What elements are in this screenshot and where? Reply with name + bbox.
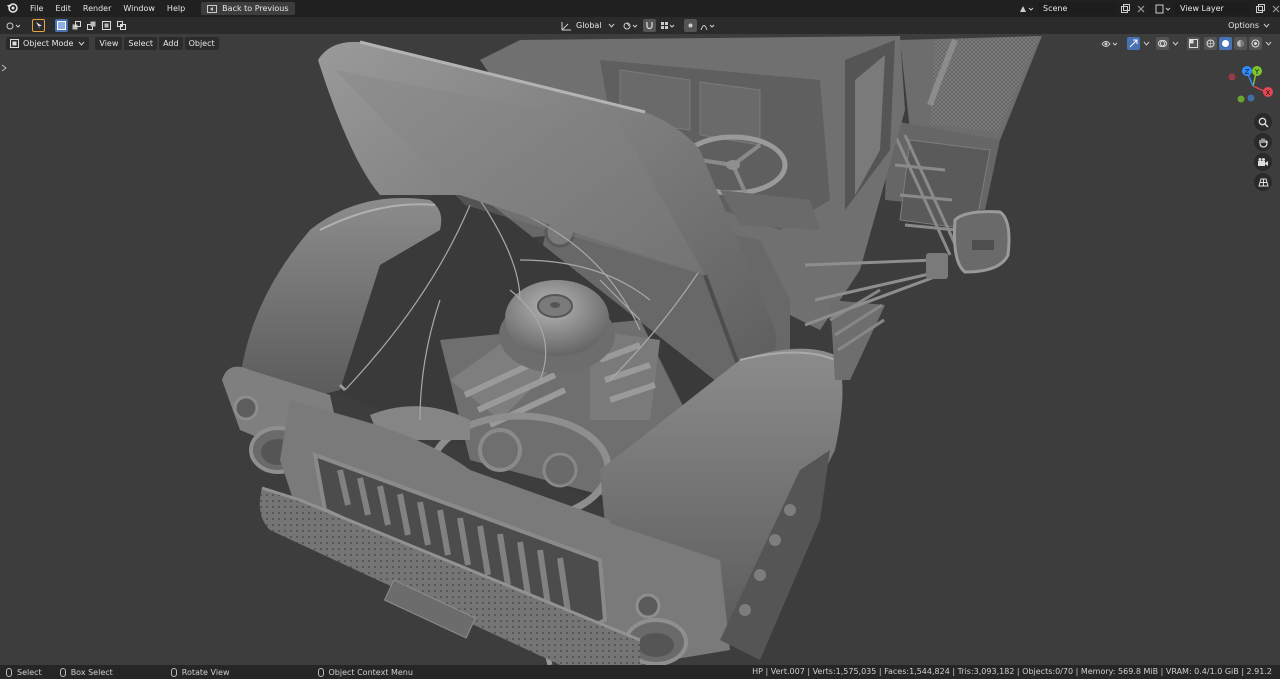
proportional-editing-icon[interactable]	[683, 19, 697, 32]
snap-toggle-icon[interactable]	[642, 19, 656, 32]
overlays-dropdown-icon[interactable]	[1171, 37, 1179, 50]
grid-icon	[1257, 178, 1269, 186]
new-scene-icon[interactable]	[1119, 2, 1132, 15]
shading-dropdown-icon[interactable]	[1264, 37, 1272, 50]
mouse-left-icon	[6, 667, 12, 677]
options-label: Options	[1228, 21, 1259, 30]
status-select-label: Select	[17, 667, 42, 677]
status-rotate-label: Rotate View	[181, 667, 230, 677]
zoom-icon	[1258, 117, 1269, 128]
menu-help[interactable]: Help	[161, 0, 191, 17]
pivot-point-icon[interactable]	[621, 19, 641, 32]
gizmo-toggle-icon[interactable]	[1127, 37, 1140, 50]
truck-model-render	[222, 36, 1042, 665]
delete-scene-icon[interactable]	[1134, 2, 1147, 15]
viewport-header: Object Mode View Select Add Object	[6, 37, 221, 50]
view-layer-name-field[interactable]: View Layer	[1175, 2, 1251, 15]
orientation-icon	[561, 21, 571, 30]
navigation-gizmo[interactable]: X Y Z	[1226, 64, 1274, 108]
gizmo-dropdown-icon[interactable]	[1142, 37, 1150, 50]
3d-viewport[interactable]	[0, 34, 1280, 665]
shading-material-icon[interactable]	[1234, 37, 1247, 50]
select-invert-mode-icon[interactable]	[100, 19, 113, 32]
gizmo-neg-x-dot[interactable]	[1228, 73, 1236, 81]
back-icon	[207, 4, 218, 13]
menu-render[interactable]: Render	[77, 0, 117, 17]
perspective-toggle-button[interactable]	[1254, 173, 1272, 191]
mouse-right-icon	[317, 667, 324, 677]
transform-orientation-label: Global	[576, 21, 602, 30]
toolbar-expand-icon[interactable]	[1, 64, 7, 72]
status-bar: Select Box Select Rotate View Object Con…	[0, 665, 1280, 679]
viewport-display-controls	[1099, 37, 1274, 50]
status-rotate-hint: Rotate View	[170, 667, 230, 677]
select-subtract-mode-icon[interactable]	[85, 19, 98, 32]
snap-element-icon[interactable]	[658, 19, 678, 32]
delete-view-layer-icon[interactable]	[1269, 2, 1280, 15]
falloff-icon[interactable]	[699, 19, 717, 32]
mouse-drag-icon	[59, 667, 66, 677]
scene-statistics: HP | Vert.007 | Verts:1,575,035 | Faces:…	[752, 667, 1272, 676]
blender-logo-icon[interactable]	[6, 1, 18, 16]
add-menu[interactable]: Add	[159, 37, 183, 50]
chevron-down-icon	[79, 41, 85, 46]
select-menu[interactable]: Select	[124, 37, 158, 50]
gizmo-neg-y-dot[interactable]	[1237, 95, 1245, 103]
status-box-select-hint: Box Select	[59, 667, 113, 677]
scene-selector-icon[interactable]	[1016, 2, 1036, 15]
status-context-label: Object Context Menu	[328, 667, 413, 677]
shading-wireframe-icon[interactable]	[1204, 37, 1217, 50]
mouse-middle-icon	[170, 667, 177, 677]
menu-window[interactable]: Window	[117, 0, 161, 17]
gizmo-z-label: Z	[1245, 68, 1250, 76]
menu-edit[interactable]: Edit	[49, 0, 77, 17]
editor-type-icon[interactable]	[4, 19, 24, 32]
status-box-select-label: Box Select	[70, 667, 113, 677]
top-bar: File Edit Render Window Help Back to Pre…	[0, 0, 1280, 17]
back-to-previous-button[interactable]: Back to Previous	[201, 2, 295, 15]
object-mode-icon	[10, 39, 19, 48]
status-context-hint: Object Context Menu	[317, 667, 413, 677]
options-dropdown[interactable]: Options	[1224, 19, 1274, 32]
overlays-toggle-icon[interactable]	[1156, 37, 1169, 50]
shading-solid-icon[interactable]	[1219, 37, 1232, 50]
chevron-down-icon	[1263, 23, 1270, 28]
scene-name-field[interactable]: Scene	[1038, 2, 1116, 15]
camera-icon	[1258, 157, 1268, 166]
gizmo-x-label: X	[1266, 89, 1271, 97]
menu-file[interactable]: File	[24, 0, 49, 17]
tweak-tool-icon[interactable]	[32, 19, 45, 32]
status-select-hint: Select	[6, 667, 42, 677]
select-intersect-mode-icon[interactable]	[115, 19, 128, 32]
transform-orientation-dropdown[interactable]: Global	[557, 19, 619, 32]
hand-icon	[1258, 138, 1268, 148]
pan-button[interactable]	[1254, 133, 1272, 151]
tool-header: Global Options	[0, 17, 1280, 34]
object-mode-label: Object Mode	[23, 39, 74, 48]
view-layer-selector-icon[interactable]	[1153, 2, 1173, 15]
object-menu[interactable]: Object	[184, 37, 219, 50]
select-extend-mode-icon[interactable]	[70, 19, 83, 32]
camera-view-button[interactable]	[1254, 153, 1272, 171]
object-mode-dropdown[interactable]: Object Mode	[6, 37, 90, 50]
select-new-mode-icon[interactable]	[55, 19, 68, 32]
shading-rendered-icon[interactable]	[1249, 37, 1262, 50]
xray-toggle-icon[interactable]	[1187, 37, 1200, 50]
gizmo-neg-z-dot[interactable]	[1247, 94, 1255, 102]
gizmo-y-label: Y	[1254, 68, 1260, 76]
chevron-down-icon	[608, 23, 614, 28]
visibility-dropdown-icon[interactable]	[1099, 37, 1121, 50]
zoom-button[interactable]	[1254, 113, 1272, 131]
view-menu[interactable]: View	[95, 37, 123, 50]
new-view-layer-icon[interactable]	[1254, 2, 1267, 15]
back-to-previous-label: Back to Previous	[222, 4, 289, 13]
